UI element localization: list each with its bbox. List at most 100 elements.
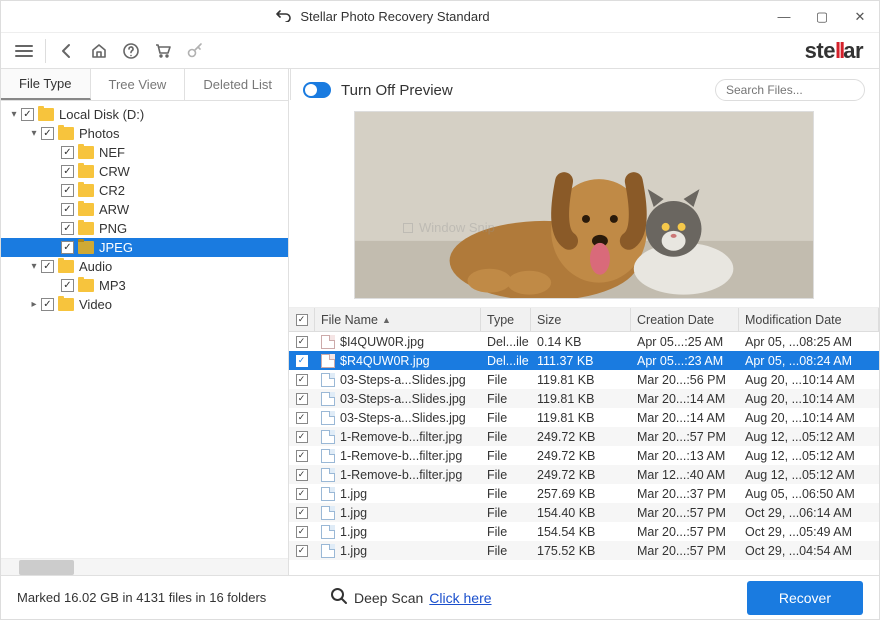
- file-created: Mar 20...:56 PM: [631, 373, 739, 387]
- tree-item[interactable]: ✓MP3: [1, 276, 288, 295]
- table-row[interactable]: ✓1-Remove-b...filter.jpgFile249.72 KBMar…: [289, 427, 879, 446]
- col-header-size[interactable]: Size: [531, 308, 631, 331]
- tree-checkbox[interactable]: ✓: [61, 241, 74, 254]
- tree-item[interactable]: ✓CR2: [1, 181, 288, 200]
- file-icon: [321, 335, 335, 349]
- tree-checkbox[interactable]: ✓: [41, 127, 54, 140]
- tab-tree-view[interactable]: Tree View: [91, 69, 186, 100]
- tree-item[interactable]: ✓PNG: [1, 219, 288, 238]
- row-checkbox[interactable]: ✓: [296, 545, 308, 557]
- table-body[interactable]: ✓$I4QUW0R.jpgDel...ile0.14 KBApr 05...:2…: [289, 332, 879, 575]
- col-header-type[interactable]: Type: [481, 308, 531, 331]
- menu-button[interactable]: [9, 37, 39, 65]
- file-created: Mar 20...:57 PM: [631, 525, 739, 539]
- table-row[interactable]: ✓1.jpgFile257.69 KBMar 20...:37 PMAug 05…: [289, 484, 879, 503]
- tree-toggle-icon[interactable]: ▾: [27, 128, 41, 139]
- table-row[interactable]: ✓$I4QUW0R.jpgDel...ile0.14 KBApr 05...:2…: [289, 332, 879, 351]
- row-checkbox[interactable]: ✓: [296, 431, 308, 443]
- tree-item[interactable]: ▾✓Local Disk (D:): [1, 105, 288, 124]
- table-row[interactable]: ✓03-Steps-a...Slides.jpgFile119.81 KBMar…: [289, 408, 879, 427]
- tab-deleted-list[interactable]: Deleted List: [185, 69, 291, 100]
- row-checkbox[interactable]: ✓: [296, 526, 308, 538]
- tree-checkbox[interactable]: ✓: [61, 184, 74, 197]
- row-checkbox[interactable]: ✓: [296, 355, 308, 367]
- tree-checkbox[interactable]: ✓: [61, 279, 74, 292]
- table-row[interactable]: ✓$R4QUW0R.jpgDel...ile111.37 KBApr 05...…: [289, 351, 879, 370]
- back-button[interactable]: [52, 37, 82, 65]
- select-all-checkbox[interactable]: ✓: [296, 314, 308, 326]
- file-size: 249.72 KB: [531, 449, 631, 463]
- row-checkbox[interactable]: ✓: [296, 450, 308, 462]
- tree-checkbox[interactable]: ✓: [21, 108, 34, 121]
- file-modified: Oct 29, ...04:54 AM: [739, 544, 879, 558]
- tree-toggle-icon[interactable]: ▸: [27, 299, 41, 310]
- row-checkbox[interactable]: ✓: [296, 469, 308, 481]
- table-row[interactable]: ✓03-Steps-a...Slides.jpgFile119.81 KBMar…: [289, 370, 879, 389]
- row-checkbox[interactable]: ✓: [296, 507, 308, 519]
- file-icon: [321, 373, 335, 387]
- row-checkbox[interactable]: ✓: [296, 393, 308, 405]
- tree-checkbox[interactable]: ✓: [41, 298, 54, 311]
- table-row[interactable]: ✓1.jpgFile175.52 KBMar 20...:57 PMOct 29…: [289, 541, 879, 560]
- tab-file-type[interactable]: File Type: [1, 69, 91, 100]
- file-name: 1.jpg: [340, 506, 367, 520]
- maximize-button[interactable]: ▢: [803, 1, 841, 33]
- tree-checkbox[interactable]: ✓: [61, 165, 74, 178]
- table-row[interactable]: ✓1.jpgFile154.40 KBMar 20...:57 PMOct 29…: [289, 503, 879, 522]
- tree-item[interactable]: ✓JPEG: [1, 238, 288, 257]
- tree-toggle-icon[interactable]: ▾: [7, 109, 21, 120]
- home-button[interactable]: [84, 37, 114, 65]
- col-header-modified[interactable]: Modification Date: [739, 308, 879, 331]
- file-name: 03-Steps-a...Slides.jpg: [340, 373, 466, 387]
- tree-checkbox[interactable]: ✓: [61, 203, 74, 216]
- file-size: 154.40 KB: [531, 506, 631, 520]
- row-checkbox[interactable]: ✓: [296, 374, 308, 386]
- tree-scrollbar[interactable]: [1, 558, 288, 575]
- file-size: 175.52 KB: [531, 544, 631, 558]
- tree-checkbox[interactable]: ✓: [61, 222, 74, 235]
- folder-tree[interactable]: ▾✓Local Disk (D:)▾✓Photos✓NEF✓CRW✓CR2✓AR…: [1, 101, 288, 558]
- status-text: Marked 16.02 GB in 4131 files in 16 fold…: [17, 590, 266, 605]
- minimize-button[interactable]: —: [765, 1, 803, 33]
- table-row[interactable]: ✓1-Remove-b...filter.jpgFile249.72 KBMar…: [289, 465, 879, 484]
- search-box[interactable]: [715, 79, 865, 101]
- folder-icon: [78, 241, 94, 254]
- folder-icon: [78, 146, 94, 159]
- file-name: 1.jpg: [340, 544, 367, 558]
- tree-item[interactable]: ✓ARW: [1, 200, 288, 219]
- preview-toggle[interactable]: [303, 82, 331, 98]
- col-header-name[interactable]: File Name▲: [315, 308, 481, 331]
- tree-item-label: Photos: [79, 126, 119, 141]
- tree-item[interactable]: ✓ NEF: [1, 143, 288, 162]
- tree-item[interactable]: ▾✓ Photos: [1, 124, 288, 143]
- tree-item-label: NEF: [99, 145, 125, 160]
- close-button[interactable]: ✕: [841, 1, 879, 33]
- tree-checkbox[interactable]: ✓: [61, 146, 74, 159]
- deep-scan-label: Deep Scan: [354, 590, 423, 606]
- recover-button[interactable]: Recover: [747, 581, 863, 615]
- table-row[interactable]: ✓1.jpgFile154.54 KBMar 20...:57 PMOct 29…: [289, 522, 879, 541]
- cart-button[interactable]: [148, 37, 178, 65]
- key-button[interactable]: [180, 37, 210, 65]
- help-button[interactable]: [116, 37, 146, 65]
- folder-icon: [38, 108, 54, 121]
- row-checkbox[interactable]: ✓: [296, 412, 308, 424]
- right-pane: Turn Off Preview: [289, 69, 879, 575]
- tree-item[interactable]: ✓ CRW: [1, 162, 288, 181]
- file-created: Apr 05...:23 AM: [631, 354, 739, 368]
- file-name: $R4QUW0R.jpg: [340, 354, 430, 368]
- col-header-created[interactable]: Creation Date: [631, 308, 739, 331]
- tree-item-label: CRW: [99, 164, 130, 179]
- file-type: File: [481, 544, 531, 558]
- file-modified: Aug 12, ...05:12 AM: [739, 430, 879, 444]
- row-checkbox[interactable]: ✓: [296, 336, 308, 348]
- row-checkbox[interactable]: ✓: [296, 488, 308, 500]
- search-input[interactable]: [726, 83, 879, 97]
- table-row[interactable]: ✓03-Steps-a...Slides.jpgFile119.81 KBMar…: [289, 389, 879, 408]
- table-row[interactable]: ✓1-Remove-b...filter.jpgFile249.72 KBMar…: [289, 446, 879, 465]
- tree-toggle-icon[interactable]: ▾: [27, 261, 41, 272]
- deep-scan-link[interactable]: Click here: [429, 590, 491, 606]
- tree-item[interactable]: ▸✓Video: [1, 295, 288, 314]
- tree-checkbox[interactable]: ✓: [41, 260, 54, 273]
- tree-item[interactable]: ▾✓Audio: [1, 257, 288, 276]
